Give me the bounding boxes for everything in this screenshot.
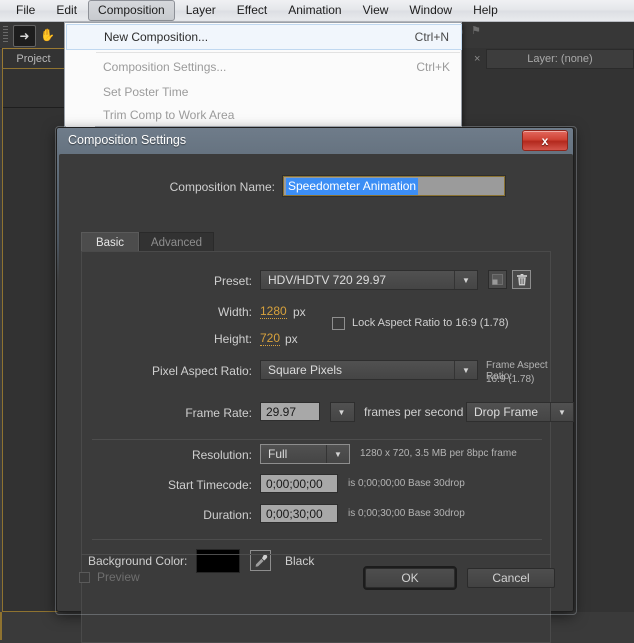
frame-rate-value: 29.97 bbox=[266, 404, 297, 419]
frame-rate-label: Frame Rate: bbox=[185, 406, 252, 420]
save-preset-icon bbox=[492, 274, 503, 285]
background-color-label: Background Color: bbox=[88, 554, 188, 568]
menu-item-new-composition[interactable]: New Composition... Ctrl+N bbox=[66, 24, 462, 50]
menu-item-set-poster-time-label: Set Poster Time bbox=[103, 85, 189, 99]
footer-separator bbox=[81, 554, 551, 555]
height-value[interactable]: 720 bbox=[260, 332, 281, 346]
close-icon[interactable]: x bbox=[522, 130, 568, 151]
duration-value: 0;00;30;00 bbox=[266, 506, 323, 521]
eyedropper-icon bbox=[255, 554, 267, 567]
start-timecode-input[interactable]: 0;00;00;00 bbox=[260, 474, 338, 493]
chevron-down-icon: ▼ bbox=[550, 403, 573, 421]
resolution-value: Full bbox=[268, 447, 288, 461]
panel-tab-project-label: Project bbox=[16, 52, 51, 65]
close-icon[interactable]: × bbox=[474, 53, 480, 65]
width-value[interactable]: 1280 bbox=[260, 305, 287, 319]
background-color-name: Black bbox=[285, 554, 315, 568]
pixel-aspect-ratio-label: Pixel Aspect Ratio: bbox=[151, 364, 252, 378]
preset-label: Preset: bbox=[213, 274, 252, 288]
preview-label: Preview bbox=[97, 570, 140, 584]
menu-item-trim-comp-to-work-area[interactable]: Trim Comp to Work Area bbox=[66, 102, 462, 128]
menu-effect[interactable]: Effect bbox=[227, 0, 277, 21]
dialog-title-bar[interactable]: Composition Settings x bbox=[57, 128, 573, 154]
menu-view[interactable]: View bbox=[353, 0, 399, 21]
dialog-tabs: Basic Advanced bbox=[81, 232, 551, 252]
panel-separator bbox=[92, 439, 542, 440]
menu-item-composition-settings-label: Composition Settings... bbox=[103, 60, 227, 74]
start-timecode-label: Start Timecode: bbox=[167, 478, 252, 492]
save-preset-button[interactable] bbox=[488, 270, 507, 289]
composition-dropdown-menu: New Composition... Ctrl+N Composition Se… bbox=[64, 22, 462, 127]
tab-basic[interactable]: Basic bbox=[81, 232, 139, 252]
hand-tool-button[interactable]: ✋ bbox=[37, 25, 58, 45]
chevron-down-icon: ▼ bbox=[454, 361, 477, 379]
start-timecode-value: 0;00;00;00 bbox=[266, 476, 323, 491]
frame-rate-dropdown[interactable]: ▼ bbox=[330, 402, 355, 422]
menu-edit[interactable]: Edit bbox=[46, 0, 87, 21]
resolution-label: Resolution: bbox=[191, 448, 252, 462]
trash-icon bbox=[516, 273, 527, 285]
resolution-note: 1280 x 720, 3.5 MB per 8bpc frame bbox=[360, 448, 517, 459]
pixel-aspect-ratio-dropdown[interactable]: Square Pixels ▼ bbox=[260, 360, 478, 380]
menu-window[interactable]: Window bbox=[399, 0, 462, 21]
frame-rate-input[interactable]: 29.97 bbox=[260, 402, 320, 421]
timeline-left-accent bbox=[0, 612, 2, 640]
menu-item-composition-settings[interactable]: Composition Settings... Ctrl+K bbox=[66, 54, 462, 80]
height-unit: px bbox=[285, 332, 298, 346]
preset-dropdown[interactable]: HDV/HDTV 720 29.97 ▼ bbox=[260, 270, 478, 290]
panel-tab-layer[interactable]: Layer: (none) bbox=[486, 49, 634, 69]
dialog-body: Composition Name: Speedometer Animation … bbox=[59, 154, 574, 643]
panel-tab-layer-label: Layer: (none) bbox=[527, 53, 593, 65]
hand-icon: ✋ bbox=[40, 28, 55, 42]
lock-aspect-ratio-label: Lock Aspect Ratio to 16:9 (1.78) bbox=[352, 317, 509, 329]
preset-value: HDV/HDTV 720 29.97 bbox=[268, 273, 387, 287]
menu-item-new-composition-accel: Ctrl+N bbox=[414, 30, 449, 44]
chevron-down-icon: ▼ bbox=[337, 407, 346, 417]
background-color-swatch[interactable] bbox=[196, 549, 240, 573]
chevron-down-icon: ▼ bbox=[326, 445, 349, 463]
toolbar-grip[interactable] bbox=[3, 26, 8, 44]
composition-name-row: Composition Name: Speedometer Animation bbox=[59, 175, 573, 200]
start-timecode-note: is 0;00;00;00 Base 30drop bbox=[348, 478, 465, 489]
chevron-down-icon: ▼ bbox=[454, 271, 477, 289]
flag-icon[interactable]: ⚑ bbox=[471, 26, 482, 38]
composition-name-value: Speedometer Animation bbox=[286, 177, 419, 195]
resolution-dropdown[interactable]: Full ▼ bbox=[260, 444, 350, 464]
frame-aspect-ratio-value: 16:9 (1.78) bbox=[486, 374, 535, 385]
menu-file[interactable]: File bbox=[6, 0, 45, 21]
width-unit: px bbox=[293, 305, 306, 319]
menu-layer[interactable]: Layer bbox=[176, 0, 226, 21]
menu-separator bbox=[96, 52, 460, 53]
drop-frame-value: Drop Frame bbox=[474, 405, 539, 419]
frame-rate-unit-label: frames per second bbox=[364, 405, 464, 419]
cursor-arrow-icon: ➜ bbox=[19, 29, 30, 43]
cancel-button[interactable]: Cancel bbox=[467, 568, 555, 588]
pixel-aspect-ratio-value: Square Pixels bbox=[268, 363, 343, 377]
ok-button[interactable]: OK bbox=[363, 566, 457, 590]
tab-advanced[interactable]: Advanced bbox=[139, 232, 214, 252]
menu-composition[interactable]: Composition bbox=[88, 0, 175, 21]
menu-item-composition-settings-accel: Ctrl+K bbox=[416, 60, 450, 74]
menu-animation[interactable]: Animation bbox=[278, 0, 351, 21]
panel-separator-2 bbox=[92, 539, 542, 540]
width-label: Width: bbox=[217, 305, 252, 319]
composition-name-input[interactable]: Speedometer Animation bbox=[282, 175, 506, 197]
duration-note: is 0;00;30;00 Base 30drop bbox=[348, 508, 465, 519]
preview-checkbox[interactable] bbox=[79, 572, 90, 583]
selection-tool-button[interactable]: ➜ bbox=[13, 25, 36, 47]
menu-item-trim-comp-to-work-area-label: Trim Comp to Work Area bbox=[103, 108, 235, 122]
menu-item-new-composition-label: New Composition... bbox=[104, 30, 209, 44]
height-label: Height: bbox=[213, 332, 252, 346]
composition-name-label: Composition Name: bbox=[169, 180, 275, 194]
menu-bar: File Edit Composition Layer Effect Anima… bbox=[0, 0, 634, 22]
delete-preset-button[interactable] bbox=[512, 270, 531, 289]
duration-input[interactable]: 0;00;30;00 bbox=[260, 504, 338, 523]
dialog-title: Composition Settings bbox=[68, 133, 187, 147]
composition-settings-dialog: Composition Settings x Composition Name:… bbox=[56, 127, 574, 643]
drop-frame-dropdown[interactable]: Drop Frame ▼ bbox=[466, 402, 574, 422]
duration-label: Duration: bbox=[203, 508, 252, 522]
lock-aspect-ratio-checkbox[interactable] bbox=[332, 317, 345, 330]
panel-tab-project[interactable]: Project bbox=[2, 48, 65, 68]
menu-help[interactable]: Help bbox=[463, 0, 508, 21]
